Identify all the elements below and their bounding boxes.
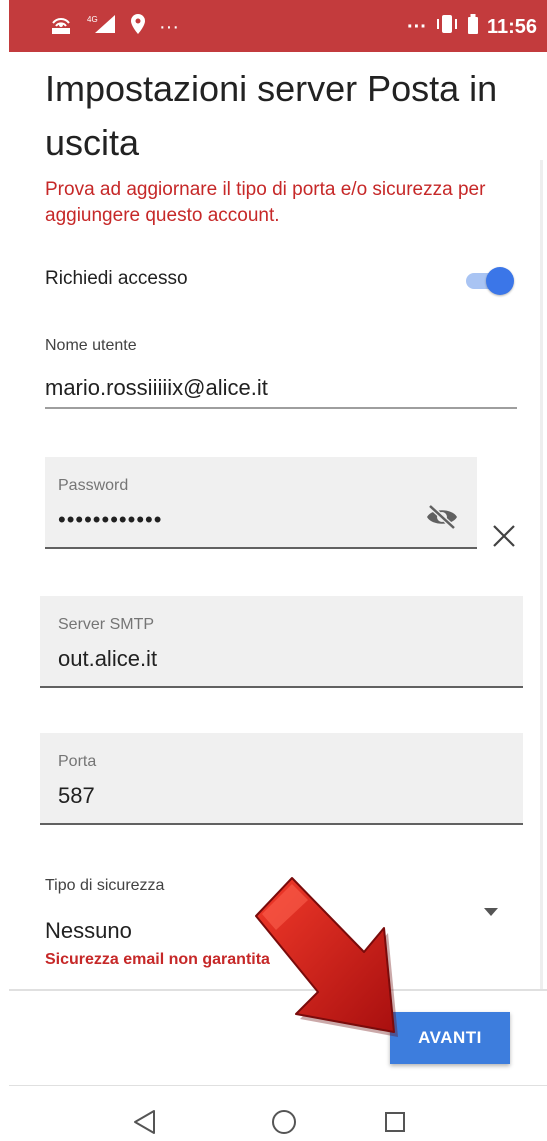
- security-type-select[interactable]: Nessuno: [45, 918, 132, 944]
- smtp-server-value[interactable]: out.alice.it: [58, 646, 157, 672]
- smtp-server-underline: [40, 686, 523, 688]
- hotspot-icon: [49, 13, 73, 41]
- dropdown-arrow-icon[interactable]: [484, 908, 498, 916]
- status-time: 11:56: [486, 15, 537, 38]
- scrollbar[interactable]: [540, 160, 543, 990]
- error-message: Prova ad aggiornare il tipo di porta e/o…: [45, 179, 486, 226]
- more-icon: ···: [159, 15, 179, 38]
- password-label: Password: [58, 477, 129, 494]
- port-label: Porta: [58, 753, 97, 770]
- signal-4g-icon: 4G: [87, 13, 117, 41]
- smtp-server-label: Server SMTP: [58, 616, 155, 633]
- close-icon[interactable]: [489, 521, 519, 551]
- toggle-thumb: [486, 267, 514, 295]
- recents-icon[interactable]: [384, 1111, 406, 1133]
- security-warning: Sicurezza email non garantita: [45, 951, 270, 968]
- network-type-label: 4G: [87, 15, 98, 24]
- status-bar: 4G ··· ··· 11:56: [9, 0, 547, 52]
- nav-bar-divider: [9, 1085, 547, 1086]
- vibrate-icon: [435, 14, 459, 40]
- username-underline: [45, 407, 517, 409]
- port-underline: [40, 823, 523, 825]
- security-type-label: Tipo di sicurezza: [45, 877, 165, 894]
- visibility-off-icon[interactable]: [425, 503, 459, 531]
- username-field[interactable]: mario.rossiiiiix@alice.it: [45, 375, 268, 401]
- password-field[interactable]: Password ••••••••••••: [45, 457, 477, 549]
- more-icon: ···: [406, 15, 427, 38]
- battery-icon: [467, 14, 479, 40]
- require-access-label: Richiedi accesso: [45, 268, 188, 289]
- page-title: Impostazioni server Posta in uscita: [45, 68, 498, 163]
- annotation-arrow-icon: [248, 868, 403, 1038]
- back-icon[interactable]: [132, 1108, 158, 1136]
- port-field[interactable]: Porta 587: [40, 733, 523, 825]
- password-value[interactable]: ••••••••••••: [58, 507, 162, 533]
- password-underline: [45, 547, 477, 549]
- port-value[interactable]: 587: [58, 783, 95, 809]
- smtp-server-field[interactable]: Server SMTP out.alice.it: [40, 596, 523, 688]
- home-icon[interactable]: [270, 1108, 298, 1136]
- username-label: Nome utente: [45, 337, 137, 354]
- location-icon: [131, 14, 145, 40]
- next-button[interactable]: AVANTI: [390, 1012, 510, 1064]
- require-access-toggle[interactable]: [466, 265, 514, 295]
